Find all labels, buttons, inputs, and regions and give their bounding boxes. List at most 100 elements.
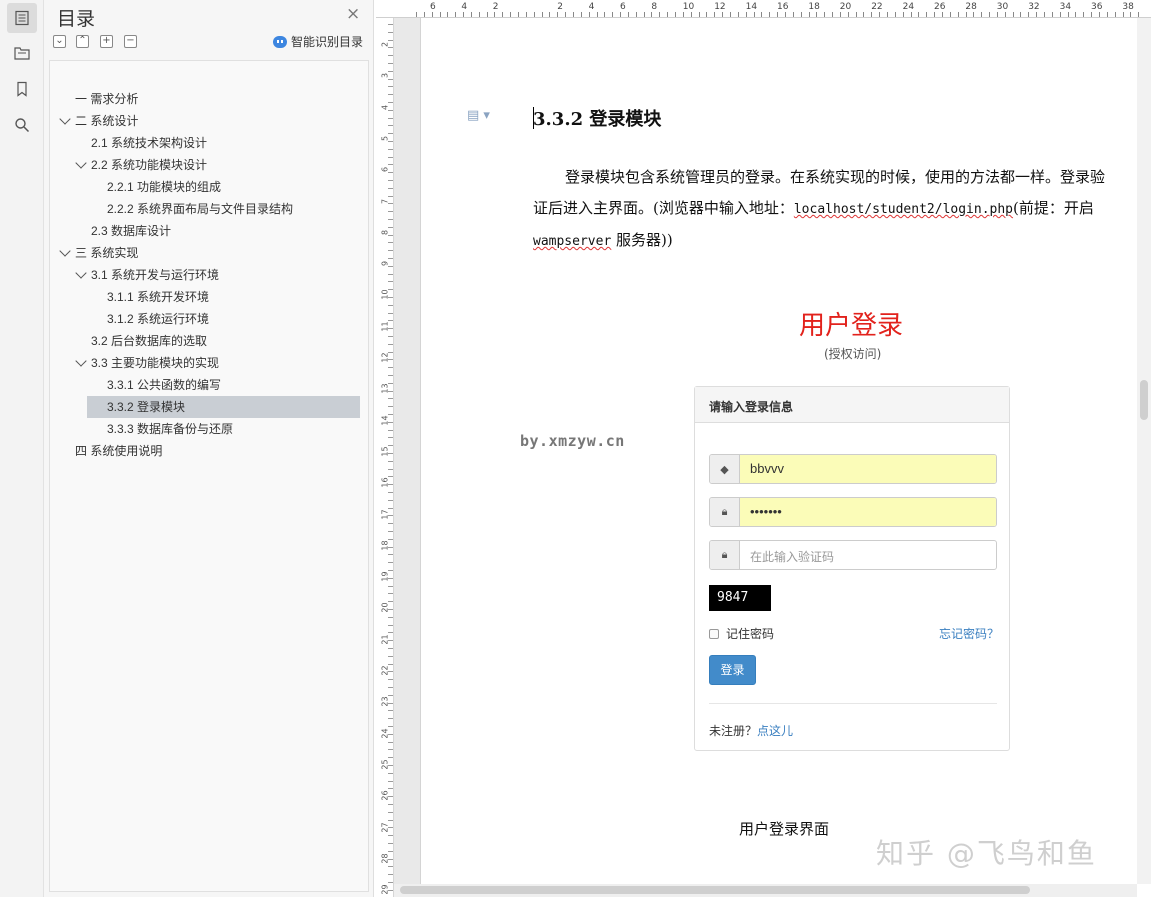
captcha-input[interactable]: 在此输入验证码 [740, 541, 996, 569]
toc-item[interactable]: 一 需求分析 [75, 88, 138, 110]
add-heading-icon[interactable]: + [100, 35, 113, 48]
horizontal-ruler[interactable]: 6 4 2 2 4 6 8 10 12 14 16 18 20 22 24 26 28 30 32 34 36 38 [376, 0, 1151, 18]
ruler-number: 16 [777, 2, 789, 12]
toc-item-selected[interactable]: 3.3.2 登录模块 [87, 396, 360, 418]
ruler-tick [388, 804, 393, 805]
register-line: 未注册？点这儿 [709, 722, 793, 739]
ruler-tick [879, 12, 880, 17]
checkbox-icon[interactable] [709, 628, 719, 639]
para-text-3: 服务器)) [611, 231, 673, 249]
captcha-field[interactable]: 🔒︎ 在此输入验证码 [709, 540, 997, 570]
ruler-tick [388, 344, 393, 345]
ruler-tick [388, 757, 393, 758]
expand-all-icon[interactable]: ⌃ [76, 35, 89, 48]
ruler-tick [1036, 12, 1037, 17]
toc-item[interactable]: 2.2 系统功能模块设计 [91, 154, 207, 176]
ruler-tick [463, 12, 464, 17]
lock-icon: 🔒︎ [710, 541, 740, 569]
ruler-tick [565, 12, 566, 17]
toc-item[interactable]: 3.3.1 公共函数的编写 [107, 374, 221, 396]
ruler-tick [809, 12, 810, 17]
toc-item[interactable]: 2.1 系统技术架构设计 [91, 132, 207, 154]
ruler-tick [388, 414, 393, 415]
toc-item[interactable]: 3.1.2 系统运行环境 [107, 308, 209, 330]
ruler-tick [388, 695, 393, 696]
username-field[interactable]: ◆ bbvvv [709, 454, 997, 484]
figure-caption[interactable]: 用户登录界面 [739, 818, 829, 839]
section-heading[interactable]: 3.3.2 登录模块 [533, 105, 661, 131]
captcha-image[interactable]: 9847 [709, 585, 771, 611]
ruler-tick [597, 12, 598, 17]
smart-toc-button[interactable]: 智能识别目录 [273, 33, 363, 50]
ruler-tick [934, 12, 935, 17]
toc-item[interactable]: 2.3 数据库设计 [91, 220, 171, 242]
text-cursor [533, 107, 534, 129]
horizontal-scroll-thumb[interactable] [400, 886, 1030, 894]
ruler-tick [388, 63, 393, 64]
folder-tree-icon[interactable] [7, 38, 37, 68]
remove-heading-icon[interactable]: − [124, 35, 137, 48]
ruler-tick [388, 632, 393, 633]
forgot-password-link[interactable]: 忘记密码？ [939, 625, 999, 642]
ruler-tick [746, 12, 747, 17]
ruler-tick [388, 258, 393, 259]
remember-checkbox[interactable]: 记住密码 [709, 625, 774, 642]
ruler-tick [761, 12, 762, 17]
password-input[interactable]: ••••••• [740, 498, 996, 526]
toc-item[interactable]: 3.1.1 系统开发环境 [107, 286, 209, 308]
toc-item[interactable]: 3.3 主要功能模块的实现 [91, 352, 219, 374]
ruler-tick [388, 539, 393, 540]
ruler-tick [388, 648, 393, 649]
ruler-tick [388, 835, 393, 836]
toc-item[interactable]: 2.2.1 功能模块的组成 [107, 176, 221, 198]
ruler-tick [388, 320, 393, 321]
ruler-tick [738, 12, 739, 17]
ruler-tick [388, 133, 393, 134]
close-icon[interactable]: × [346, 4, 360, 24]
ruler-tick [388, 157, 393, 158]
ruler-tick [793, 12, 794, 17]
bookmark-icon[interactable] [7, 74, 37, 104]
ruler-tick [388, 617, 393, 618]
ruler-tick [388, 827, 393, 828]
toc-item[interactable]: 二 系统设计 [75, 110, 138, 132]
ruler-tick [518, 12, 519, 17]
ruler-tick [388, 788, 393, 789]
username-input[interactable]: bbvvv [740, 455, 996, 483]
toc-item[interactable]: 2.2.2 系统界面布局与文件目录结构 [107, 198, 293, 220]
ruler-number: 14 [380, 415, 390, 426]
ruler-tick [706, 12, 707, 17]
ruler-tick [388, 336, 393, 337]
ruler-tick [388, 578, 393, 579]
panel-heading: 请输入登录信息 [695, 387, 1009, 423]
ruler-number: 4 [588, 2, 595, 12]
register-link[interactable]: 点这儿 [757, 724, 793, 738]
ruler-number: 18 [380, 540, 390, 551]
ruler-tick [388, 32, 393, 33]
paragraph-menu-icon[interactable]: ▤ ▾ [467, 108, 490, 123]
toc-item[interactable]: 四 系统使用说明 [75, 440, 162, 462]
toc-item[interactable]: 3.2 后台数据库的选取 [91, 330, 207, 352]
login-button[interactable]: 登录 [709, 655, 756, 685]
ruler-tick [455, 12, 456, 17]
vertical-scroll-thumb[interactable] [1140, 380, 1148, 420]
vertical-scrollbar[interactable] [1137, 18, 1151, 884]
toc-item[interactable]: 三 系统实现 [75, 242, 138, 264]
toc-item[interactable]: 3.1 系统开发与运行环境 [91, 264, 219, 286]
ruler-tick [636, 12, 637, 17]
collapse-all-icon[interactable]: ⌄ [53, 35, 66, 48]
ruler-tick [388, 734, 393, 735]
ruler-tick [644, 12, 645, 17]
ruler-tick [388, 820, 393, 821]
search-icon[interactable] [7, 110, 37, 140]
ruler-tick [388, 601, 393, 602]
body-paragraph[interactable]: 登录模块包含系统管理员的登录。在系统实现的时候，使用的方法都一样。登录验证后进入… [533, 162, 1105, 257]
toc-item[interactable]: 3.3.3 数据库备份与还原 [107, 418, 233, 440]
ruler-number: 17 [380, 508, 390, 520]
divider [709, 703, 997, 704]
password-field[interactable]: 🔒︎ ••••••• [709, 497, 997, 527]
ruler-tick [388, 398, 393, 399]
toc-icon[interactable] [7, 3, 37, 33]
ruler-tick [388, 305, 393, 306]
ruler-tick [388, 219, 393, 220]
